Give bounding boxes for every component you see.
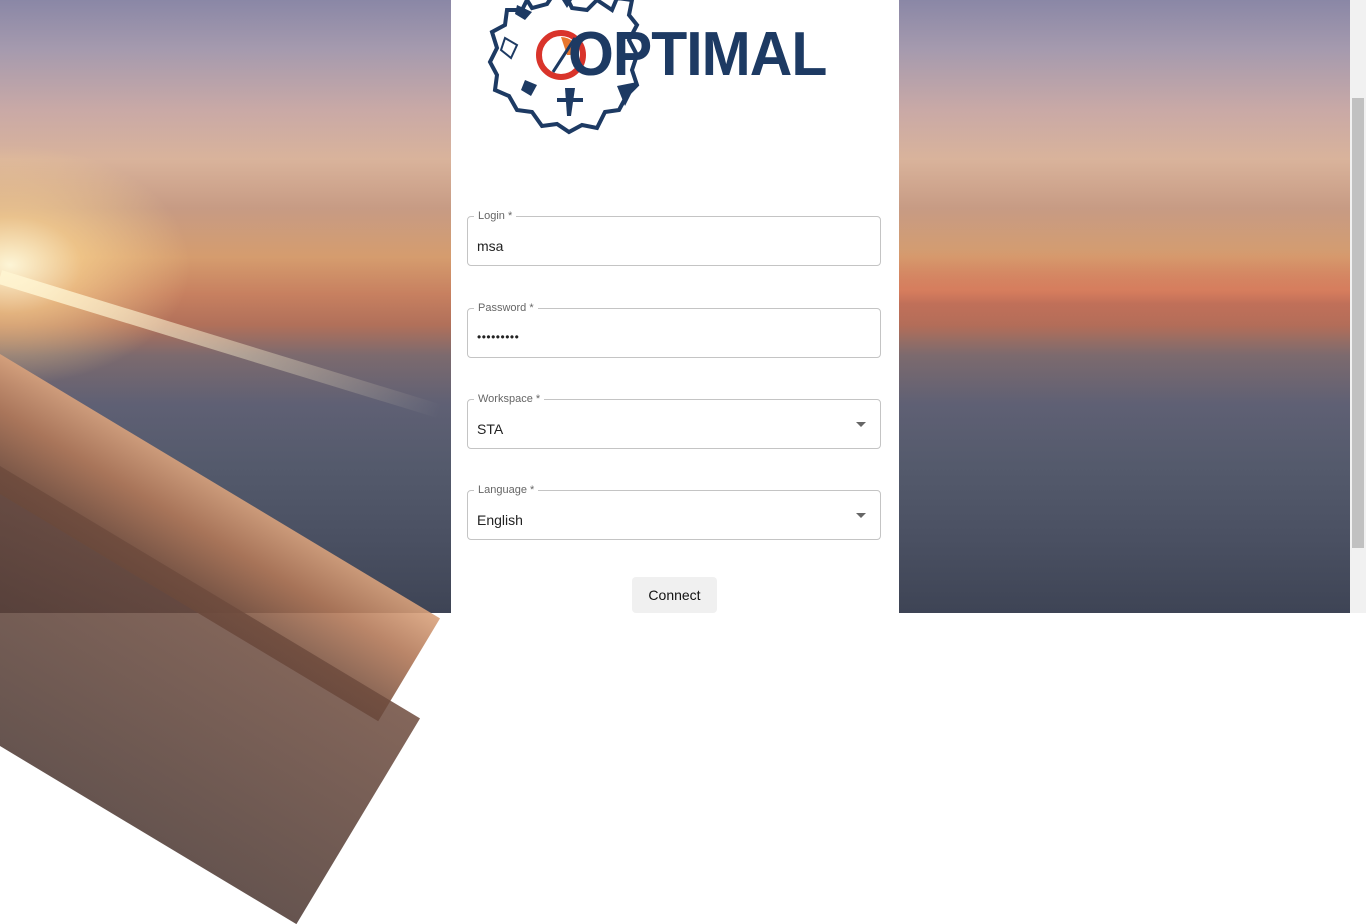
workspace-value[interactable]: STA xyxy=(477,419,503,439)
workspace-label: Workspace * xyxy=(474,391,545,407)
password-label: Password * xyxy=(474,300,538,316)
login-field[interactable]: Login * msa xyxy=(467,208,881,266)
login-label: Login * xyxy=(474,208,517,224)
password-field[interactable]: Password * ••••••••• xyxy=(467,300,881,358)
connect-button[interactable]: Connect xyxy=(632,577,717,613)
language-value[interactable]: English xyxy=(477,510,523,530)
language-label: Language * xyxy=(474,482,539,498)
login-input[interactable]: msa xyxy=(477,236,503,256)
page-scrollbar-thumb[interactable] xyxy=(1352,98,1364,548)
language-select[interactable]: Language * English xyxy=(467,482,881,540)
chevron-down-icon[interactable] xyxy=(856,422,866,427)
optimal-logo-text: OPTIMAL xyxy=(568,20,827,89)
chevron-down-icon[interactable] xyxy=(856,513,866,518)
background-horizon-glow xyxy=(899,250,1350,340)
password-input[interactable]: ••••••••• xyxy=(477,327,519,347)
workspace-select[interactable]: Workspace * STA xyxy=(467,391,881,449)
